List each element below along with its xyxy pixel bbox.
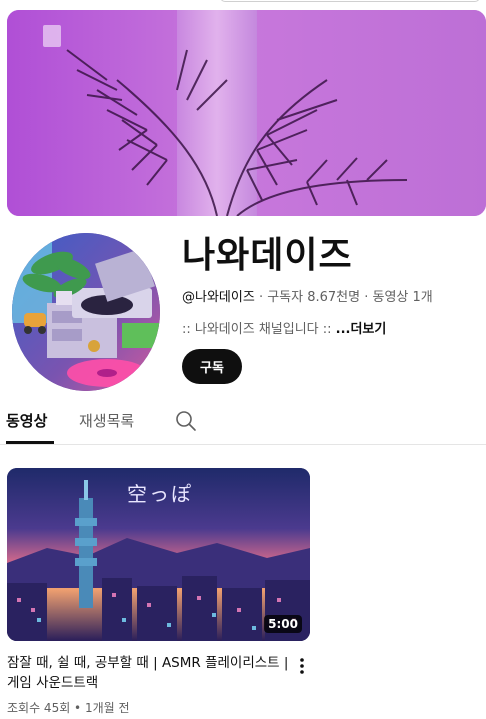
channel-avatar[interactable]: [12, 233, 160, 391]
channel-tabs: 동영상 재생목록: [0, 400, 486, 445]
channel-name: 나와데이즈: [182, 235, 353, 276]
video-duration-badge: 5:00: [264, 615, 302, 633]
video-thumbnail[interactable]: 空っぽ 5:00: [7, 468, 310, 641]
tab-playlists[interactable]: 재생목록: [79, 410, 134, 431]
subscribe-button[interactable]: 구독: [182, 349, 242, 384]
search-icon[interactable]: [175, 410, 197, 432]
channel-stats: · 구독자 8.67천명 · 동영상 1개: [254, 290, 433, 305]
tab-videos[interactable]: 동영상: [6, 410, 47, 431]
thumbnail-caption: 空っぽ: [127, 482, 193, 506]
more-vert-icon[interactable]: [296, 656, 308, 676]
channel-description[interactable]: :: 나와데이즈 채널입니다 :: ...더보기: [182, 318, 386, 337]
description-text: :: 나와데이즈 채널입니다 ::: [182, 322, 336, 337]
top-search-box-edge: [220, 0, 480, 2]
active-tab-indicator: [6, 441, 54, 444]
channel-meta: @나와데이즈 · 구독자 8.67천명 · 동영상 1개: [182, 286, 433, 305]
channel-banner: [7, 10, 486, 216]
channel-handle: @나와데이즈: [182, 290, 255, 305]
video-title[interactable]: 잠잘 때, 쉴 때, 공부할 때 | ASMR 플레이리스트 | 게임 사운드트…: [7, 653, 297, 693]
video-stats: 조회수 45회 • 1개월 전: [7, 701, 130, 715]
more-link[interactable]: ...더보기: [336, 322, 387, 337]
